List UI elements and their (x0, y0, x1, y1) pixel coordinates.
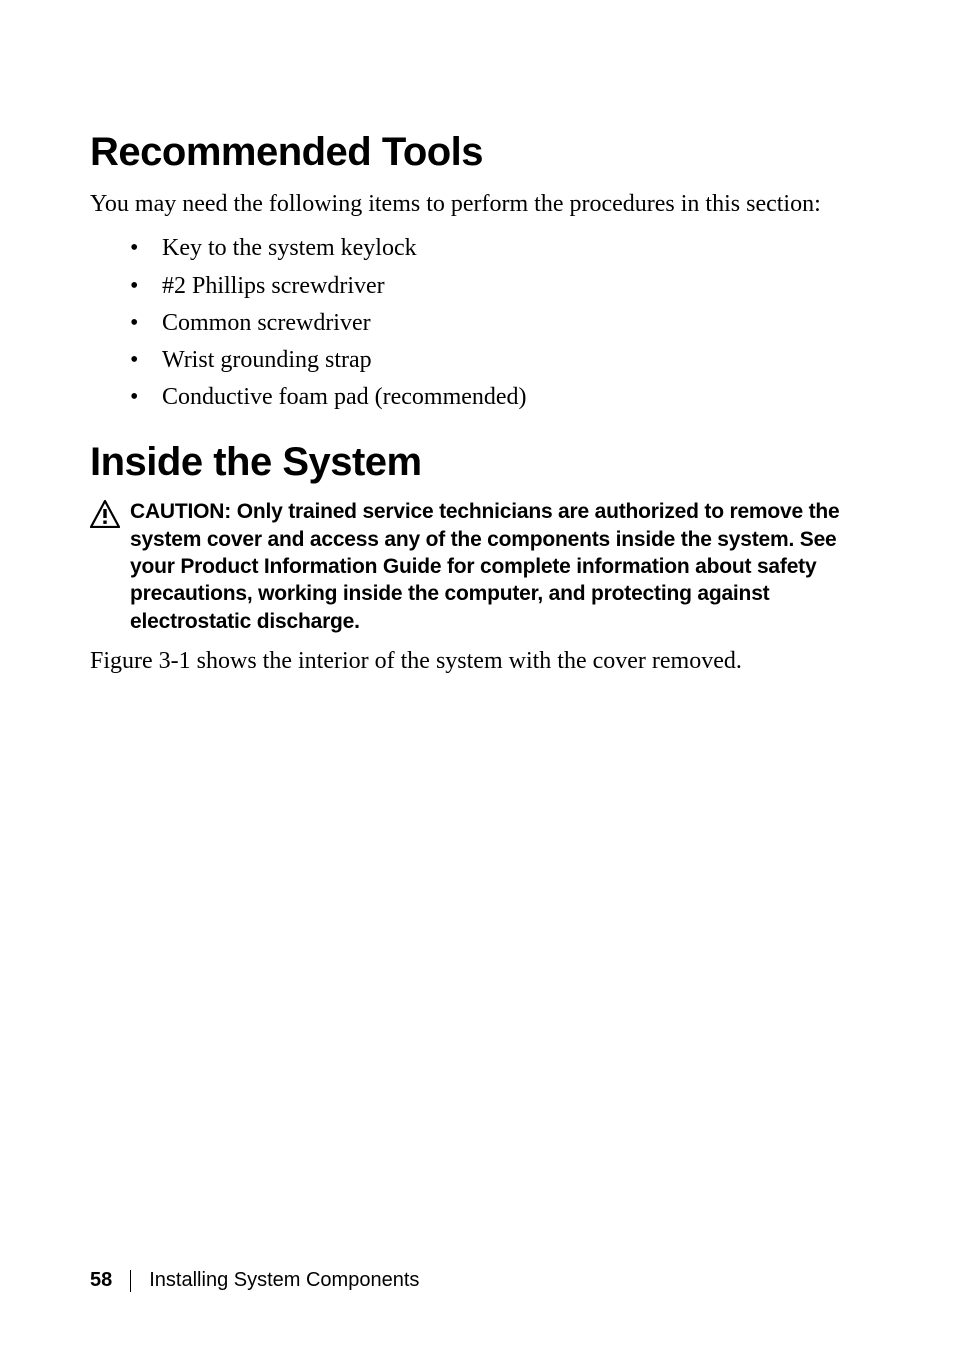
caution-icon (90, 500, 120, 533)
heading-inside-system: Inside the System (90, 440, 864, 484)
heading-recommended-tools: Recommended Tools (90, 130, 864, 174)
page-number: 58 (90, 1269, 112, 1292)
caution-body: Only trained service technicians are aut… (130, 500, 840, 632)
caution-label: CAUTION: (130, 500, 237, 523)
caution-text: CAUTION: Only trained service technician… (130, 498, 864, 634)
footer-divider (130, 1270, 131, 1292)
caution-block: CAUTION: Only trained service technician… (90, 498, 864, 634)
list-item: Wrist grounding strap (130, 342, 864, 379)
page-footer: 58 Installing System Components (90, 1269, 419, 1292)
tools-list: Key to the system keylock #2 Phillips sc… (90, 230, 864, 416)
intro-paragraph: You may need the following items to perf… (90, 188, 864, 220)
footer-section-title: Installing System Components (149, 1269, 419, 1292)
list-item: Common screwdriver (130, 305, 864, 342)
list-item: Key to the system keylock (130, 230, 864, 267)
figure-reference: Figure 3-1 shows the interior of the sys… (90, 645, 864, 677)
page: Recommended Tools You may need the follo… (0, 0, 954, 1352)
list-item: Conductive foam pad (recommended) (130, 379, 864, 416)
list-item: #2 Phillips screwdriver (130, 268, 864, 305)
